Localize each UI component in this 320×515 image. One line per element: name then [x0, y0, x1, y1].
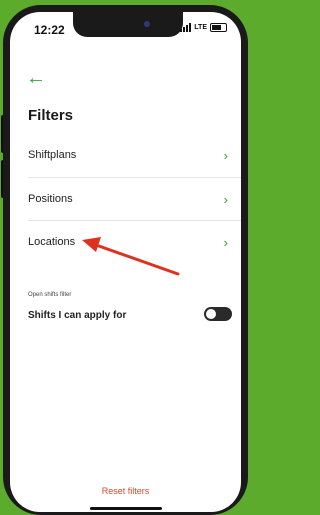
- annotation-arrow: [82, 237, 180, 276]
- annotation-arrow-head: [82, 237, 101, 252]
- annotation-arrow-line: [94, 243, 180, 276]
